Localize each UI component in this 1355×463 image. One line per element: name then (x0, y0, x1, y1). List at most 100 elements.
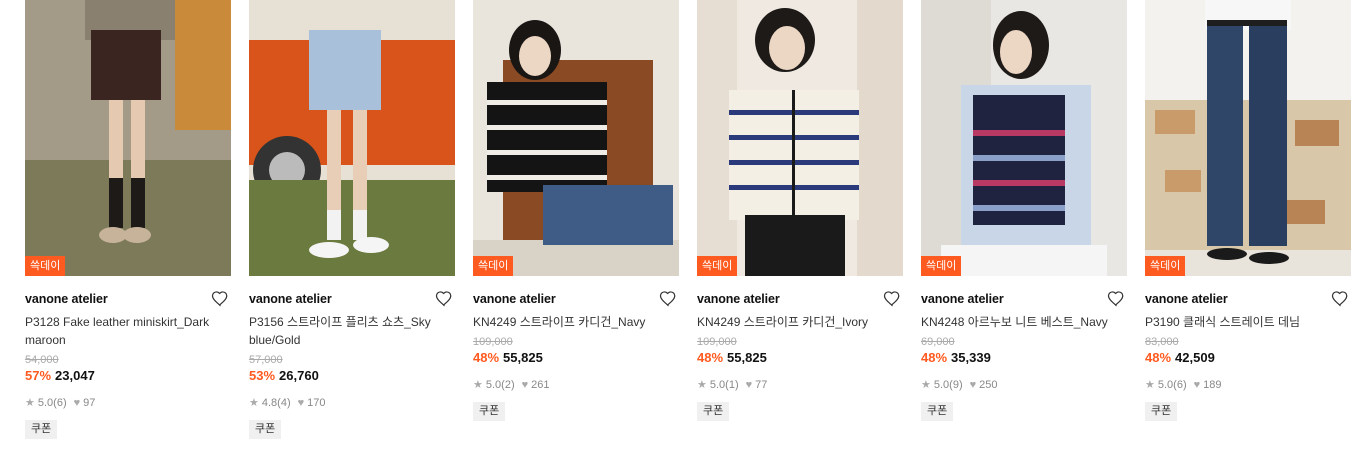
brand-name[interactable]: vanone atelier (1145, 288, 1351, 310)
like-count: 189 (1203, 379, 1222, 391)
like-count: 261 (531, 379, 550, 391)
product-name[interactable]: KN4248 아르누보 니트 베스트_Navy (921, 313, 1127, 331)
star-icon: ★ (249, 397, 259, 409)
star-icon: ★ (1145, 379, 1155, 391)
heart-outline-icon[interactable] (883, 290, 901, 308)
heart-filled-icon: ♥ (969, 379, 977, 391)
rating-value: 5.0 (37, 397, 54, 409)
discount-rate: 53% (249, 368, 276, 383)
product-image[interactable]: 쓱데이 (921, 0, 1127, 276)
like-count: 77 (755, 379, 768, 391)
rating-value: 5.0 (1157, 379, 1174, 391)
review-meta: ★ 5.0 (2) ♥ 261 (473, 378, 679, 392)
product-name[interactable]: KN4249 스트라이프 카디건_Navy (473, 313, 679, 331)
review-count: (9) (949, 379, 963, 391)
brand-name[interactable]: vanone atelier (473, 288, 679, 310)
like-count: 250 (979, 379, 998, 391)
product-image[interactable]: 쓱데이 (25, 0, 231, 276)
heart-filled-icon: ♥ (297, 397, 305, 409)
review-count: (4) (277, 397, 291, 409)
product-name[interactable]: KN4249 스트라이프 카디건_Ivory (697, 313, 903, 331)
original-price: 57,000 (249, 354, 283, 366)
price-row: 57% 23,047 (25, 367, 231, 385)
review-count: (6) (53, 397, 67, 409)
price-row: 53% 26,760 (249, 367, 455, 385)
discount-rate: 48% (697, 350, 724, 365)
review-count: (6) (1173, 379, 1187, 391)
event-badge: 쓱데이 (921, 256, 962, 276)
rating-value: 5.0 (709, 379, 726, 391)
brand-name[interactable]: vanone atelier (249, 288, 455, 310)
star-icon: ★ (473, 379, 483, 391)
discount-rate: 48% (1145, 350, 1172, 365)
heart-outline-icon[interactable] (211, 290, 229, 308)
discount-rate: 57% (25, 368, 52, 383)
price-row: 48% 42,509 (1145, 349, 1351, 367)
original-price: 109,000 (697, 336, 737, 348)
like-count: 97 (83, 397, 96, 409)
product-photo-miniskirt (25, 0, 231, 276)
coupon-tag: 쿠폰 (921, 402, 954, 421)
product-photo-knit-vest (921, 0, 1127, 276)
original-price: 54,000 (25, 354, 59, 366)
product-photo-shorts (249, 0, 455, 276)
heart-filled-icon: ♥ (73, 397, 81, 409)
like-count: 170 (307, 397, 326, 409)
event-badge: 쓱데이 (473, 256, 514, 276)
review-count: (2) (501, 379, 515, 391)
review-meta: ★ 4.8 (4) ♥ 170 (249, 396, 455, 410)
heart-outline-icon[interactable] (659, 290, 677, 308)
review-meta: ★ 5.0 (6) ♥ 189 (1145, 378, 1351, 392)
review-count: (1) (725, 379, 739, 391)
original-price: 109,000 (473, 336, 513, 348)
sale-price: 55,825 (503, 350, 543, 365)
heart-filled-icon: ♥ (745, 379, 753, 391)
rating-value: 5.0 (933, 379, 950, 391)
heart-outline-icon[interactable] (1331, 290, 1349, 308)
coupon-tag: 쿠폰 (473, 402, 506, 421)
sale-price: 35,339 (951, 350, 991, 365)
sale-price: 55,825 (727, 350, 767, 365)
coupon-tag: 쿠폰 (697, 402, 730, 421)
product-card[interactable]: 쓱데이 vanone atelier P3128 Fake leather mi… (25, 0, 231, 439)
price-row: 48% 55,825 (697, 349, 903, 367)
product-grid: 쓱데이 vanone atelier P3128 Fake leather mi… (0, 0, 1355, 463)
discount-rate: 48% (921, 350, 948, 365)
rating-value: 4.8 (261, 397, 278, 409)
event-badge: 쓱데이 (697, 256, 738, 276)
heart-outline-icon[interactable] (1107, 290, 1125, 308)
product-name[interactable]: P3128 Fake leather miniskirt_Dark maroon (25, 313, 231, 349)
price-row: 48% 55,825 (473, 349, 679, 367)
original-price: 69,000 (921, 336, 955, 348)
sale-price: 42,509 (1175, 350, 1215, 365)
coupon-tag: 쿠폰 (249, 420, 282, 439)
product-photo-ivory-cardigan (697, 0, 903, 276)
product-image[interactable] (249, 0, 455, 276)
product-image[interactable]: 쓱데이 (473, 0, 679, 276)
brand-name[interactable]: vanone atelier (697, 288, 903, 310)
product-card[interactable]: vanone atelier P3156 스트라이프 플리츠 쇼츠_Sky bl… (249, 0, 455, 439)
review-meta: ★ 5.0 (9) ♥ 250 (921, 378, 1127, 392)
coupon-tag: 쿠폰 (25, 420, 58, 439)
price-row: 48% 35,339 (921, 349, 1127, 367)
brand-name[interactable]: vanone atelier (921, 288, 1127, 310)
original-price: 83,000 (1145, 336, 1179, 348)
heart-filled-icon: ♥ (1193, 379, 1201, 391)
star-icon: ★ (25, 397, 35, 409)
discount-rate: 48% (473, 350, 500, 365)
product-image[interactable]: 쓱데이 (1145, 0, 1351, 276)
product-name[interactable]: P3156 스트라이프 플리츠 쇼츠_Sky blue/Gold (249, 313, 455, 349)
event-badge: 쓱데이 (25, 256, 66, 276)
review-meta: ★ 5.0 (6) ♥ 97 (25, 396, 231, 410)
product-photo-navy-cardigan (473, 0, 679, 276)
product-card[interactable]: 쓱데이 vanone atelier KN4249 스트라이프 카디건_Navy… (473, 0, 679, 421)
product-card[interactable]: 쓱데이 vanone atelier KN4248 아르누보 니트 베스트_Na… (921, 0, 1127, 421)
product-image[interactable]: 쓱데이 (697, 0, 903, 276)
sale-price: 23,047 (55, 368, 95, 383)
product-card[interactable]: 쓱데이 vanone atelier KN4249 스트라이프 카디건_Ivor… (697, 0, 903, 421)
heart-outline-icon[interactable] (435, 290, 453, 308)
product-name[interactable]: P3190 클래식 스트레이트 데님 (1145, 313, 1351, 331)
heart-filled-icon: ♥ (521, 379, 529, 391)
product-card[interactable]: 쓱데이 vanone atelier P3190 클래식 스트레이트 데님 83… (1145, 0, 1351, 421)
brand-name[interactable]: vanone atelier (25, 288, 231, 310)
